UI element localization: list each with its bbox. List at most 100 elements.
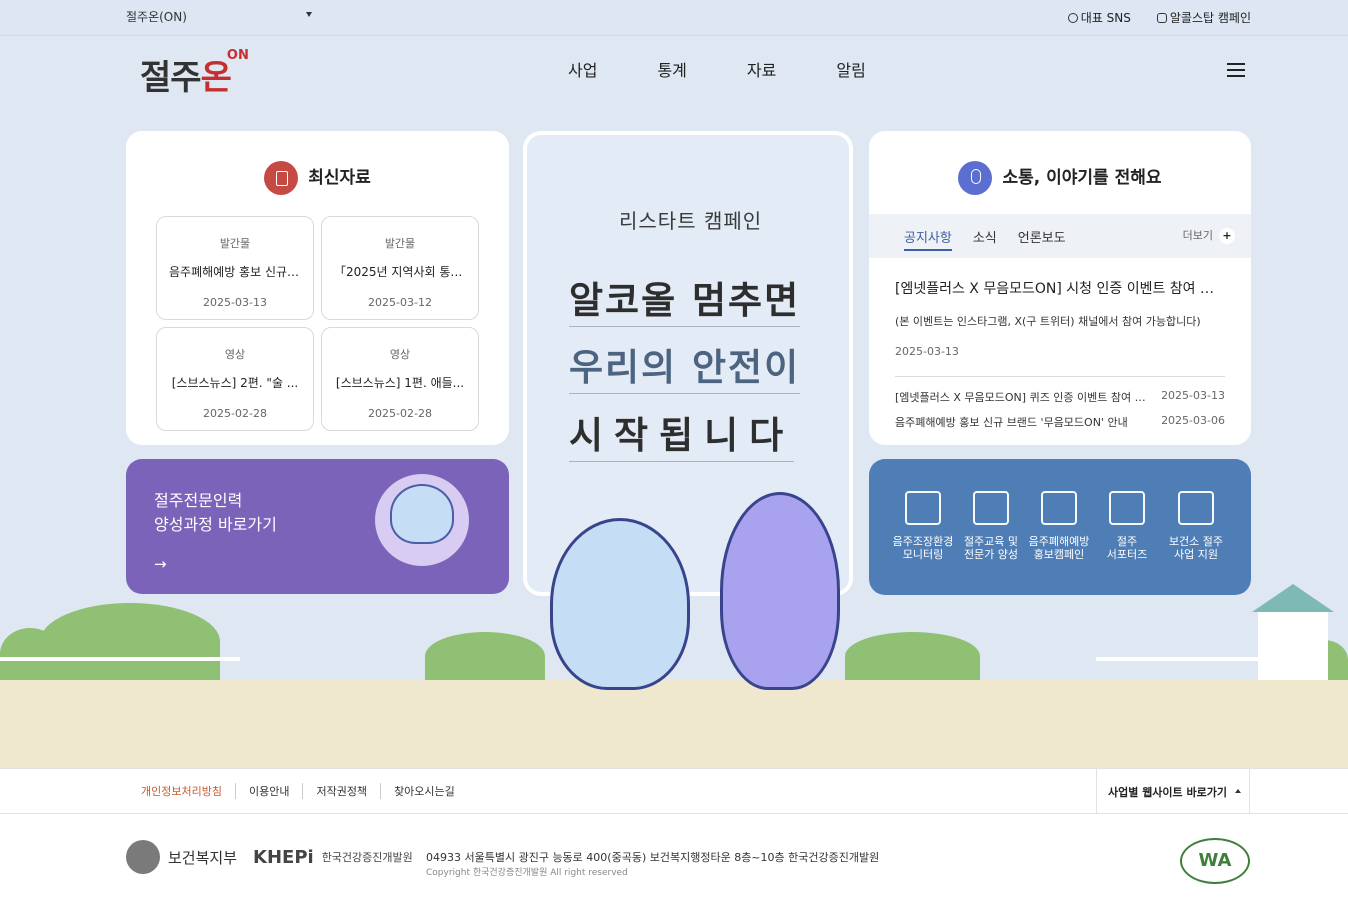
document-icon — [264, 161, 299, 195]
card-title: [스브스뉴스] 2편. "술 ... — [171, 376, 299, 390]
banner-line2: 우리의 안전이 — [569, 337, 801, 394]
campaign-label: 리스타트 캠페인 — [616, 205, 767, 234]
copyright-policy-link[interactable]: 저작권정책 — [302, 783, 380, 799]
resource-card[interactable]: 영상 [스브스뉴스] 2편. "술 ... 2025-02-28 — [156, 327, 314, 431]
purple-mascot-illustration — [720, 492, 840, 690]
ground-illustration — [0, 680, 1348, 768]
book-icon — [973, 491, 1009, 525]
terms-link[interactable]: 이용안내 — [234, 783, 302, 799]
card-date: 2025-03-12 — [368, 296, 432, 309]
service-supporters[interactable]: 절주 서포터즈 — [1092, 491, 1162, 561]
card-title: [스브스뉴스] 1편. 애들... — [335, 376, 465, 390]
list-item-date: 2025-03-13 — [1161, 389, 1225, 402]
footer-logos: 보건복지부 KHEPi 한국건강증진개발원 — [126, 840, 413, 874]
khepi-logo: KHEPi — [253, 846, 314, 868]
monitor-icon — [905, 491, 941, 525]
card-category: 발간물 — [384, 237, 416, 250]
nav-notice[interactable]: 알림 — [836, 57, 865, 81]
footer-address: 04933 서울특별시 광진구 능동로 400(중곡동) 보건복지행정타운 8층… — [426, 851, 880, 864]
comm-title: 소통, 이야기를 전해요 — [869, 161, 1251, 195]
megaphone-icon — [1041, 491, 1077, 525]
service-campaign[interactable]: 음주폐해예방 홍보캠페인 — [1024, 491, 1094, 561]
latest-title-text: 최신자료 — [308, 168, 371, 188]
nav-statistics[interactable]: 통계 — [657, 57, 686, 81]
nav-business[interactable]: 사업 — [568, 57, 597, 81]
service-label: 모니터링 — [902, 548, 944, 561]
comm-tabs-bar: 공지사항 소식 언론보도 더보기 + — [869, 214, 1251, 258]
list-item-title: [엠넷플러스 X 무음모드ON] 퀴즈 인증 이벤트 참여 안내 — [895, 391, 1150, 404]
card-category: 영상 — [224, 348, 246, 361]
list-item[interactable]: 음주폐해예방 홍보 신규 브랜드 '무음모드ON' 안내 2025-03-06 — [895, 414, 1225, 439]
service-monitoring[interactable]: 음주조장환경 모니터링 — [888, 491, 958, 561]
site-shortcut-select[interactable]: 사업별 웹사이트 바로가기 — [1096, 769, 1250, 814]
service-education[interactable]: 절주교육 및 전문가 양성 — [956, 491, 1026, 561]
site-select-value: 절주온(ON) — [126, 10, 187, 24]
card-date: 2025-03-13 — [203, 296, 267, 309]
latest-title: 최신자료 — [126, 161, 509, 195]
top-utility-bar: 절주온(ON) 대표 SNS 알콜스탑 캠페인 — [0, 0, 1348, 36]
resource-card[interactable]: 발간물 음주폐해예방 홍보 신규 브랜드 2025-03-13 — [156, 216, 314, 320]
footer-links-bar: 개인정보처리방침 이용안내 저작권정책 찾아오시는길 사업별 웹사이트 바로가기 — [0, 768, 1348, 814]
footer-links: 개인정보처리방침 이용안내 저작권정책 찾아오시는길 — [141, 783, 468, 799]
web-accessibility-badge: WA — [1180, 838, 1250, 884]
service-label: 음주조장환경 — [892, 535, 954, 548]
list-item[interactable]: [엠넷플러스 X 무음모드ON] 퀴즈 인증 이벤트 참여 안내 2025-03… — [895, 389, 1225, 414]
sns-link[interactable]: 대표 SNS — [1067, 9, 1131, 26]
chat-icon — [1067, 13, 1078, 23]
instagram-icon — [1156, 13, 1167, 23]
khepi-name: 한국건강증진개발원 — [321, 851, 413, 864]
featured-post-desc: (본 이벤트는 인스타그램, X(구 트위터) 채널에서 참여 가능합니다) — [895, 315, 1201, 328]
card-date: 2025-02-28 — [203, 407, 267, 420]
communication-panel: 소통, 이야기를 전해요 공지사항 소식 언론보도 더보기 + [엠넷플러스 X … — [869, 131, 1251, 445]
featured-post-title[interactable]: [엠넷플러스 X 무음모드ON] 시청 인증 이벤트 참여 안내 — [895, 278, 1225, 298]
banner-line1: 알코올 멈추면 — [569, 270, 801, 327]
main-nav: 사업 통계 자료 알림 — [568, 57, 866, 81]
expert-line1: 절주전문인력 — [154, 491, 243, 510]
blue-mascot-illustration — [550, 518, 690, 690]
service-label: 절주 — [1116, 535, 1138, 548]
more-button[interactable]: 더보기 + — [1183, 227, 1235, 244]
post-list: [엠넷플러스 X 무음모드ON] 퀴즈 인증 이벤트 참여 안내 2025-03… — [895, 389, 1225, 439]
sns-link-label: 대표 SNS — [1080, 11, 1131, 25]
latest-resources-panel: 최신자료 발간물 음주폐해예방 홍보 신규 브랜드 2025-03-13 발간물… — [126, 131, 509, 445]
tab-press[interactable]: 언론보도 — [1018, 227, 1066, 251]
latest-cards: 발간물 음주폐해예방 홍보 신규 브랜드 2025-03-13 발간물 「202… — [156, 216, 479, 431]
resource-card[interactable]: 발간물 「2025년 지역사회 통합건강증진사업 2025-03-12 — [321, 216, 479, 320]
comm-tabs: 공지사항 소식 언론보도 — [904, 227, 1066, 251]
bush-illustration — [425, 632, 545, 680]
menu-icon[interactable] — [1227, 63, 1245, 77]
card-title: 「2025년 지역사회 통합건강증진사업 — [334, 265, 466, 279]
site-select[interactable]: 절주온(ON) — [126, 8, 316, 28]
arrow-right-icon: → — [154, 555, 167, 573]
expert-text: 절주전문인력 양성과정 바로가기 — [154, 489, 277, 537]
resource-card[interactable]: 영상 [스브스뉴스] 1편. 애들... 2025-02-28 — [321, 327, 479, 431]
tab-news[interactable]: 소식 — [973, 227, 997, 251]
service-label: 홍보캠페인 — [1033, 548, 1085, 561]
site-logo[interactable]: 절주온 ON — [140, 48, 249, 99]
expert-line2: 양성과정 바로가기 — [154, 515, 277, 534]
caret-down-icon — [306, 12, 312, 17]
tab-notice[interactable]: 공지사항 — [904, 227, 952, 251]
expert-training-link[interactable]: 절주전문인력 양성과정 바로가기 → — [126, 459, 509, 594]
government-emblem-icon — [126, 840, 160, 874]
privacy-policy-link[interactable]: 개인정보처리방침 — [141, 783, 235, 799]
directions-link[interactable]: 찾아오시는길 — [380, 783, 468, 799]
logo-on: ON — [226, 48, 249, 63]
comm-title-text: 소통, 이야기를 전해요 — [1002, 168, 1162, 188]
service-label: 보건소 절주 — [1168, 535, 1224, 548]
service-label: 절주교육 및 — [963, 535, 1019, 548]
service-label: 전문가 양성 — [963, 548, 1019, 561]
campaign-link[interactable]: 알콜스탑 캠페인 — [1156, 9, 1251, 26]
people-icon — [1109, 491, 1145, 525]
card-date: 2025-02-28 — [368, 407, 432, 420]
nav-resources[interactable]: 자료 — [747, 57, 776, 81]
service-health-center[interactable]: 보건소 절주 사업 지원 — [1161, 491, 1231, 561]
building-icon — [1178, 491, 1214, 525]
card-category: 발간물 — [219, 237, 251, 250]
service-label: 음주폐해예방 — [1028, 535, 1090, 548]
plus-icon: + — [1219, 228, 1235, 244]
footer-copyright: Copyright 한국건강증진개발원 All right reserved — [426, 868, 628, 878]
card-title: 음주폐해예방 홍보 신규 브랜드 — [169, 265, 301, 279]
house-illustration — [1252, 584, 1334, 680]
service-label: 서포터즈 — [1106, 548, 1148, 561]
